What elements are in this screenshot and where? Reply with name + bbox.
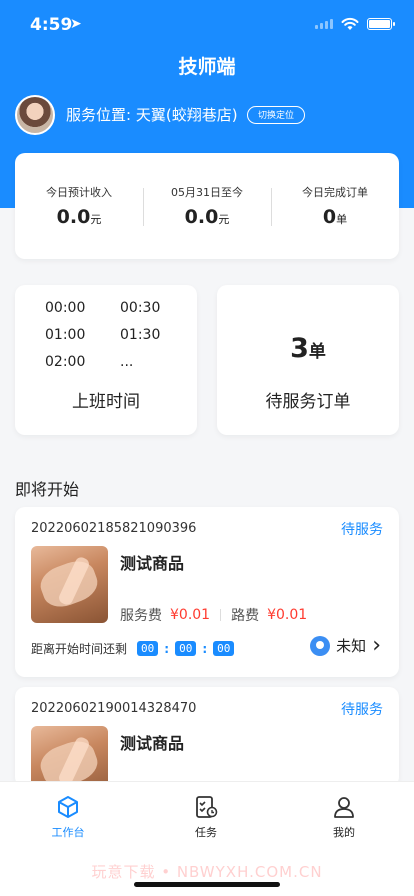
divider	[220, 609, 222, 621]
shift-time: 01:30	[120, 327, 161, 343]
tab-label: 我的	[333, 826, 355, 839]
location-text: 未知	[336, 637, 367, 655]
status-icons	[315, 17, 395, 31]
battery-icon	[367, 18, 395, 30]
shift-time-more: ...	[120, 354, 134, 370]
person-icon	[334, 797, 354, 818]
status-bar: 4:59 ➤	[0, 0, 414, 50]
service-fee-label: 服务费	[120, 608, 162, 624]
countdown-label: 距离开始时间还剩	[31, 642, 128, 656]
tab-tasks[interactable]: 任务	[166, 794, 246, 840]
product-image	[31, 726, 108, 787]
product-name: 测试商品	[120, 734, 185, 753]
chevron-right-icon: ›	[372, 632, 381, 658]
order-status: 待服务	[341, 522, 383, 538]
location-value: 天翼(蛟翔巷店)	[135, 106, 238, 124]
countdown-separator: :	[164, 641, 170, 656]
stat-label: 今日完成订单	[302, 186, 368, 199]
shift-time: 01:00	[45, 327, 86, 343]
travel-fee-label: 路费	[231, 608, 260, 624]
pending-orders-card[interactable]: 3单 待服务订单	[217, 285, 399, 435]
tab-mine[interactable]: 我的	[304, 794, 384, 840]
avatar[interactable]	[15, 95, 55, 135]
wifi-icon	[341, 17, 359, 30]
switch-location-button[interactable]: 切换定位	[247, 106, 306, 124]
location-pin-icon	[310, 635, 331, 656]
pending-orders-title: 待服务订单	[265, 392, 351, 412]
travel-fee-value: ¥0.01	[267, 607, 308, 623]
order-number: 20220602185821090396	[31, 521, 197, 536]
tab-label: 任务	[195, 826, 217, 839]
service-location: 服务位置: 天翼(蛟翔巷店)	[66, 104, 238, 125]
shift-time: 00:30	[120, 300, 161, 316]
shift-time: 02:00	[45, 354, 86, 370]
cube-icon	[58, 796, 78, 818]
task-clipboard-icon	[196, 796, 218, 818]
work-hours-card[interactable]: 00:00 00:30 01:00 01:30 02:00 ... 上班时间	[15, 285, 197, 435]
page-title: 技师端	[178, 56, 236, 78]
stat-today-income: 今日预计收入 0.0元	[15, 184, 143, 228]
shift-time: 00:00	[45, 300, 86, 316]
status-time: 4:59	[30, 15, 73, 35]
pending-count: 3单	[290, 333, 326, 364]
stat-today-orders: 今日完成订单 0单	[271, 184, 399, 228]
watermark: 玩意下载 • NBWYXH.COM.CN	[91, 863, 323, 881]
shift-time-list: 00:00 00:30 01:00 01:30 02:00 ...	[45, 299, 180, 371]
countdown-minutes: 00	[175, 641, 197, 656]
product-image	[31, 546, 108, 623]
order-status: 待服务	[341, 702, 383, 718]
order-location[interactable]: 未知 ›	[310, 632, 381, 658]
order-number: 20220602190014328470	[31, 701, 197, 716]
location-arrow-icon: ➤	[70, 16, 82, 32]
countdown-seconds: 00	[213, 641, 235, 656]
income-stats-card: 今日预计收入 0.0元 05月31日至今 0.0元 今日完成订单 0单	[15, 153, 399, 259]
stat-value: 0单	[322, 206, 348, 228]
stat-label: 今日预计收入	[46, 186, 112, 199]
section-title-upcoming: 即将开始	[15, 480, 80, 499]
work-hours-title: 上班时间	[72, 392, 140, 412]
signal-icon	[315, 19, 333, 29]
countdown-hours: 00	[137, 641, 159, 656]
order-card[interactable]: 20220602185821090396 待服务 测试商品 服务费 ¥0.01 …	[15, 507, 399, 677]
order-fees: 服务费 ¥0.01 路费 ¥0.01	[120, 605, 307, 625]
stat-label: 05月31日至今	[171, 186, 243, 199]
stat-value: 0.0元	[56, 206, 102, 228]
order-card[interactable]: 20220602190014328470 待服务 测试商品	[15, 687, 399, 787]
countdown-separator: :	[202, 641, 208, 656]
product-name: 测试商品	[120, 554, 185, 573]
countdown: 距离开始时间还剩 00 : 00 : 00	[31, 640, 235, 657]
location-label: 服务位置:	[66, 106, 132, 124]
stat-value: 0.0元	[184, 206, 230, 228]
service-fee-value: ¥0.01	[170, 607, 211, 623]
tab-workbench[interactable]: 工作台	[28, 794, 108, 840]
home-indicator	[134, 882, 280, 887]
tab-label: 工作台	[51, 826, 85, 839]
stat-period-income: 05月31日至今 0.0元	[143, 184, 271, 228]
